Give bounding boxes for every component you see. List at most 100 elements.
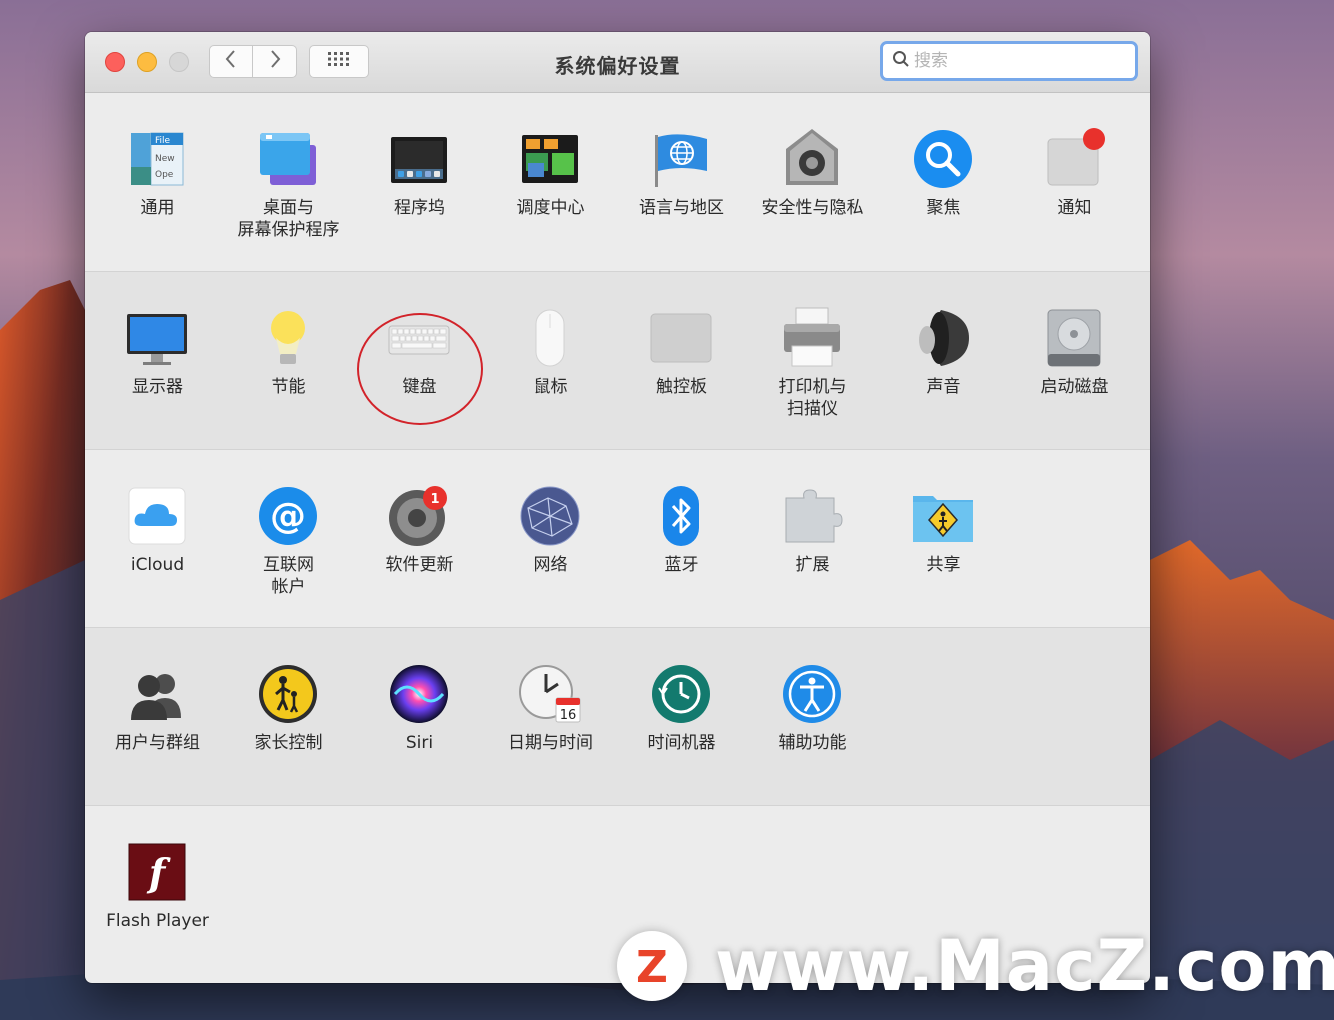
pane-label: 调度中心 (516, 198, 585, 218)
pane-label: 通用 (140, 198, 175, 218)
pane-siri[interactable]: Siri (354, 628, 485, 806)
icloud-icon (125, 484, 189, 548)
users-groups-icon (125, 662, 189, 726)
pane-label: 节能 (271, 377, 306, 397)
pane-label: 打印机与 扫描仪 (778, 377, 847, 419)
watermark-text: www.MacZ.com (715, 925, 1334, 1007)
pane-label: 语言与地区 (639, 198, 724, 218)
pane-label: 时间机器 (647, 733, 716, 753)
search-input[interactable] (914, 51, 1114, 71)
security-privacy-icon (780, 127, 844, 191)
pane-desktop-screensaver[interactable]: 桌面与 屏幕保护程序 (223, 93, 354, 271)
pane-energy-saver[interactable]: 节能 (223, 272, 354, 450)
pane-security-privacy[interactable]: 安全性与隐私 (747, 93, 878, 271)
pane-label: 共享 (926, 555, 961, 575)
pane-internet-accounts[interactable]: @ 互联网 帐户 (223, 450, 354, 628)
pane-label: 扩展 (795, 555, 830, 575)
pane-notifications[interactable]: 通知 (1009, 93, 1140, 271)
pane-label: 启动磁盘 (1040, 377, 1109, 397)
pane-dock[interactable]: 程序坞 (354, 93, 485, 271)
pane-accessibility[interactable]: 辅助功能 (747, 628, 878, 806)
search-field[interactable] (880, 41, 1138, 81)
pane-users-groups[interactable]: 用户与群组 (92, 628, 223, 806)
pane-label: 安全性与隐私 (761, 198, 864, 218)
accessibility-icon (780, 662, 844, 726)
pane-label: 蓝牙 (664, 555, 699, 575)
sharing-icon (911, 484, 975, 548)
watermark-logo-letter: Z (636, 942, 668, 990)
startup-disk-icon (1042, 306, 1106, 370)
language-region-icon (649, 127, 713, 191)
displays-icon (125, 306, 189, 370)
calendar-date: 16 (560, 708, 577, 723)
mouse-icon (518, 306, 582, 370)
software-update-icon: 1 (387, 484, 451, 548)
pane-displays[interactable]: 显示器 (92, 272, 223, 450)
bluetooth-icon (649, 484, 713, 548)
pane-sharing[interactable]: 共享 (878, 450, 1009, 628)
pane-label: iCloud (130, 555, 185, 575)
pane-sound[interactable]: 声音 (878, 272, 1009, 450)
desktop-screensaver-icon (256, 127, 320, 191)
pane-spotlight[interactable]: 聚焦 (878, 93, 1009, 271)
energy-saver-icon (256, 306, 320, 370)
pane-mission-control[interactable]: 调度中心 (485, 93, 616, 271)
svg-text:New: New (155, 154, 175, 164)
mission-control-icon (518, 127, 582, 191)
preference-row-personal: File New Ope 通用 桌面与 屏幕保护程序 程序坞 调度中心 语言与地… (85, 93, 1150, 271)
pane-general[interactable]: File New Ope 通用 (92, 93, 223, 271)
system-preferences-window: 系统偏好设置 File New Ope 通用 (85, 32, 1150, 983)
svg-text:@: @ (270, 496, 306, 537)
pane-label: 软件更新 (385, 555, 454, 575)
pane-software-update[interactable]: 1 软件更新 (354, 450, 485, 628)
pane-mouse[interactable]: 鼠标 (485, 272, 616, 450)
network-icon (518, 484, 582, 548)
pane-printer-scanner[interactable]: 打印机与 扫描仪 (747, 272, 878, 450)
flash-player-icon: f (125, 840, 189, 904)
pane-label: 日期与时间 (508, 733, 593, 753)
pane-trackpad[interactable]: 触控板 (616, 272, 747, 450)
pane-label: 鼠标 (533, 377, 568, 397)
notifications-icon (1042, 127, 1106, 191)
pane-language-region[interactable]: 语言与地区 (616, 93, 747, 271)
pane-extensions[interactable]: 扩展 (747, 450, 878, 628)
pane-label: 声音 (926, 377, 961, 397)
pane-date-time[interactable]: 16 日期与时间 (485, 628, 616, 806)
internet-accounts-icon: @ (256, 484, 320, 548)
pane-startup-disk[interactable]: 启动磁盘 (1009, 272, 1140, 450)
siri-icon (387, 662, 451, 726)
spotlight-icon (911, 127, 975, 191)
sound-icon (911, 306, 975, 370)
pane-label: 互联网 帐户 (263, 555, 314, 597)
update-badge-count: 1 (430, 492, 439, 507)
pane-label: Siri (405, 733, 434, 753)
pane-icloud[interactable]: iCloud (92, 450, 223, 628)
pane-parental-controls[interactable]: 家长控制 (223, 628, 354, 806)
time-machine-icon (649, 662, 713, 726)
dock-icon (387, 127, 451, 191)
preference-row-internet: iCloud @ 互联网 帐户 1 软件更新 网络 蓝牙 扩展 共享 (85, 449, 1150, 628)
parental-controls-icon (256, 662, 320, 726)
pane-label: 通知 (1057, 198, 1092, 218)
search-icon (892, 50, 910, 73)
watermark: Z www.MacZ.com (617, 925, 1334, 1007)
watermark-logo: Z (617, 931, 687, 1001)
svg-text:Ope: Ope (155, 170, 174, 180)
printer-scanner-icon (780, 306, 844, 370)
pane-network[interactable]: 网络 (485, 450, 616, 628)
titlebar: 系统偏好设置 (85, 32, 1150, 93)
pane-label: 触控板 (656, 377, 707, 397)
pane-label: 聚焦 (926, 198, 961, 218)
svg-text:File: File (155, 136, 171, 146)
pane-label: 网络 (533, 555, 568, 575)
trackpad-icon (649, 306, 713, 370)
pane-bluetooth[interactable]: 蓝牙 (616, 450, 747, 628)
pane-label: 桌面与 屏幕保护程序 (237, 198, 340, 240)
extensions-icon (780, 484, 844, 548)
keyboard-highlight-circle (357, 313, 483, 425)
pane-flash-player[interactable]: f Flash Player (92, 806, 223, 983)
pane-label: 程序坞 (394, 198, 445, 218)
general-icon: File New Ope (125, 127, 189, 191)
preference-row-hardware: 显示器 节能 键盘 鼠标 触控板 打印机与 扫描仪 声音 启动磁盘 (85, 271, 1150, 450)
pane-time-machine[interactable]: 时间机器 (616, 628, 747, 806)
